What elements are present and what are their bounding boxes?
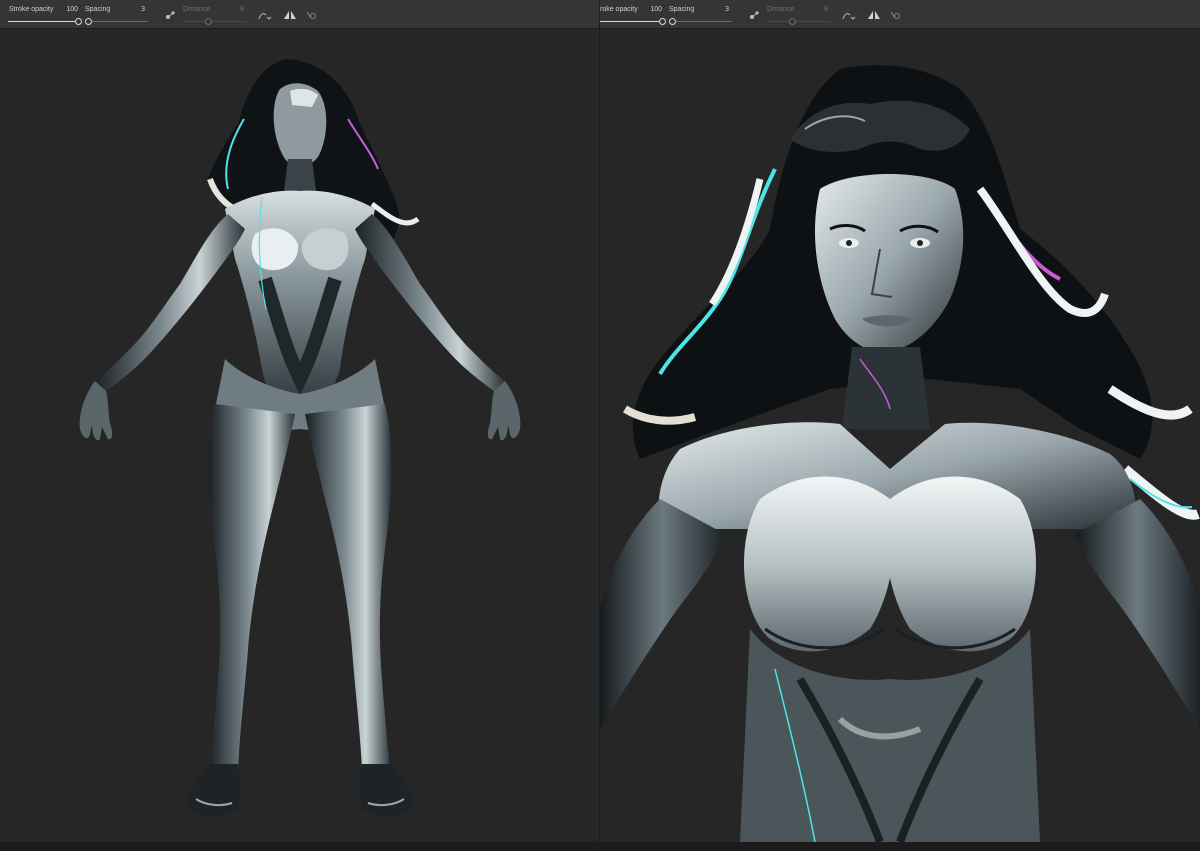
- curve-dropdown-icon[interactable]: [258, 9, 272, 21]
- stroke-opacity-handle[interactable]: [659, 18, 666, 25]
- distance-label: Distance: [183, 6, 211, 13]
- spacing-value[interactable]: 3: [125, 6, 145, 14]
- canvas[interactable]: [0, 29, 600, 842]
- spacing-label: Spacing: [669, 6, 695, 13]
- full-body-figure-artwork: [79, 59, 521, 817]
- brush-toolbar: Stroke opacity 100 Spacing 3 Distance 8: [0, 0, 600, 29]
- close-up-figure-artwork: [600, 65, 1200, 844]
- spacing-label: Spacing: [85, 6, 111, 13]
- stroke-opacity-label: roke opacity: [600, 6, 638, 13]
- app-window: Stroke opacity 100 Spacing 3 Distance 8: [0, 0, 1200, 851]
- right-panel: roke opacity 100 Spacing 3 Distance 8: [600, 0, 1200, 851]
- curve-dropdown-icon[interactable]: [842, 9, 856, 21]
- brush-pressure-icon[interactable]: [748, 9, 762, 21]
- distance-value[interactable]: 8: [808, 6, 828, 14]
- settings-icon[interactable]: [304, 9, 318, 21]
- brush-pressure-icon[interactable]: [164, 9, 178, 21]
- distance-value[interactable]: 8: [224, 6, 244, 14]
- distance-slider[interactable]: [766, 21, 830, 22]
- stroke-opacity-label: Stroke opacity: [9, 6, 54, 13]
- canvas[interactable]: [600, 29, 1200, 844]
- stroke-opacity-handle[interactable]: [75, 18, 82, 25]
- spacing-value[interactable]: 3: [709, 6, 729, 14]
- spacing-slider[interactable]: [86, 21, 148, 22]
- brush-toolbar: roke opacity 100 Spacing 3 Distance 8: [600, 0, 1200, 29]
- symmetry-icon[interactable]: [283, 9, 297, 21]
- stroke-opacity-fill: [8, 21, 78, 22]
- stroke-opacity-value[interactable]: 100: [642, 6, 662, 14]
- distance-slider[interactable]: [182, 21, 246, 22]
- status-bar: [600, 842, 1200, 851]
- spacing-handle[interactable]: [85, 18, 92, 25]
- stroke-opacity-fill: [600, 21, 662, 22]
- spacing-handle[interactable]: [669, 18, 676, 25]
- spacing-slider[interactable]: [670, 21, 732, 22]
- left-panel: Stroke opacity 100 Spacing 3 Distance 8: [0, 0, 600, 851]
- distance-label: Distance: [767, 6, 795, 13]
- distance-handle[interactable]: [205, 18, 212, 25]
- status-bar: [0, 842, 600, 851]
- settings-icon[interactable]: [888, 9, 902, 21]
- symmetry-icon[interactable]: [867, 9, 881, 21]
- stroke-opacity-value[interactable]: 100: [58, 6, 78, 14]
- distance-handle[interactable]: [789, 18, 796, 25]
